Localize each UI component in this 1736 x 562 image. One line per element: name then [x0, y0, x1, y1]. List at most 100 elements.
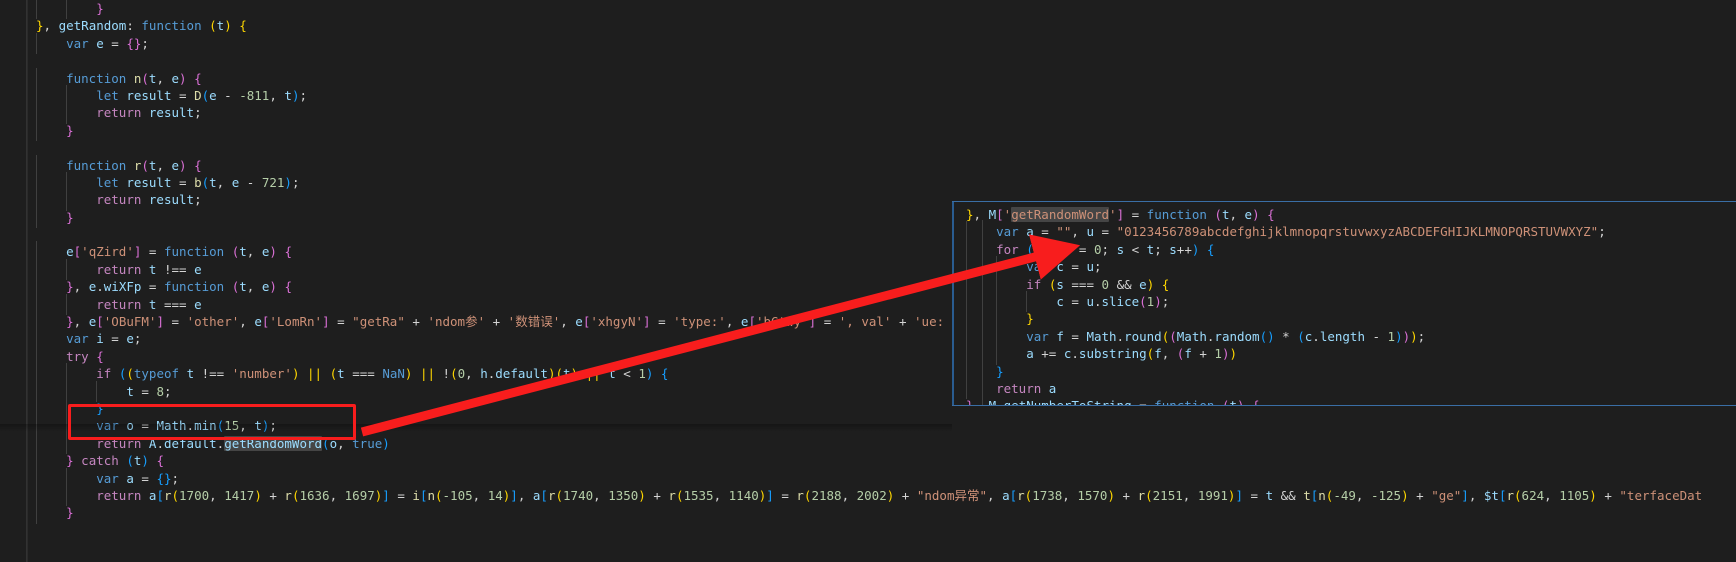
code-line[interactable]: if (s === 0 && e) { — [966, 273, 1736, 296]
code-token: function — [163, 244, 225, 260]
occurrence-highlight: getRandomWord — [224, 435, 323, 451]
code-token: ) — [638, 487, 646, 503]
code-line[interactable]: c = u.slice(1); — [966, 290, 1736, 313]
code-token: , — [987, 487, 1003, 503]
code-token: , — [593, 487, 609, 503]
code-token: 'LomRn' — [269, 314, 323, 330]
code-token: { — [1206, 241, 1215, 257]
code-token: ( — [1259, 328, 1268, 344]
code-line[interactable]: var e = {}; — [36, 32, 1736, 55]
code-token: || — [307, 366, 323, 382]
indent-guide — [36, 189, 66, 212]
code-line[interactable]: function n(t, e) { — [36, 67, 1736, 90]
code-line[interactable]: } — [36, 502, 1736, 525]
code-token: } — [66, 122, 74, 138]
code-token: [ — [748, 314, 756, 330]
code-token: + — [1408, 487, 1432, 503]
code-line[interactable] — [36, 52, 1736, 69]
code-token: $t — [1483, 487, 1499, 503]
code-editor[interactable]: }}, getRandom: function (t) { var e = {}… — [0, 0, 1736, 562]
code-token: 2002 — [856, 487, 887, 503]
code-line[interactable]: function r(t, e) { — [36, 154, 1736, 177]
code-line[interactable]: }, M.getNumberToString = function (t) { — [966, 397, 1736, 406]
code-token: ( — [435, 487, 443, 503]
code-token: 1740 — [563, 487, 594, 503]
code-token: default — [163, 435, 217, 451]
indent-guide — [96, 380, 126, 403]
code-token: let — [96, 87, 119, 103]
indent-guide — [966, 360, 996, 383]
code-token: h — [480, 366, 488, 382]
code-line[interactable]: return a[r(1700, 1417) + r(1636, 1697)] … — [36, 484, 1736, 507]
code-token: t — [1265, 487, 1274, 503]
code-line[interactable]: }, M['getRandomWord'] = function (t, e) … — [966, 206, 1736, 223]
code-token: ( — [329, 366, 338, 382]
code-token: , — [1355, 487, 1371, 503]
code-line[interactable]: for (var s = 0; s < t; s++) { — [966, 238, 1736, 261]
code-token: 'xhgyN' — [590, 314, 644, 330]
code-token: { — [1252, 398, 1260, 406]
code-token: ) — [269, 244, 277, 260]
code-line[interactable]: let result = b(t, e - 721); — [36, 171, 1736, 194]
code-token: 'number' — [231, 366, 292, 382]
indent-guide — [996, 308, 1026, 331]
code-token: , — [1062, 487, 1078, 503]
code-line[interactable] — [36, 139, 1736, 156]
code-line[interactable]: var f = Math.round((Math.random() * (c.l… — [966, 325, 1736, 348]
code-token: {} — [126, 35, 142, 51]
peek-definition-panel[interactable]: }, M['getRandomWord'] = function (t, e) … — [952, 201, 1736, 406]
code-line[interactable]: return A.default.getRandomWord(o, true) — [36, 432, 1736, 455]
code-token: . — [996, 398, 1004, 406]
code-line[interactable]: let result = D(e - -811, t); — [36, 84, 1736, 107]
indent-guide — [996, 256, 1026, 279]
code-line[interactable]: var a = {}; — [36, 467, 1736, 490]
indent-guide — [66, 397, 96, 420]
code-token: = — [141, 244, 164, 260]
code-token: "" — [1056, 224, 1072, 240]
indent-guide — [966, 238, 996, 261]
code-line[interactable]: var a = "", u = "0123456789abcdefghijklm… — [966, 221, 1736, 244]
code-token: = — [133, 470, 157, 486]
code-token: 1 — [638, 366, 646, 382]
code-token: = — [1063, 328, 1087, 344]
code-line[interactable]: return result; — [36, 102, 1736, 125]
code-token: -125 — [1370, 487, 1402, 503]
code-token: , — [1071, 224, 1087, 240]
code-token: + — [645, 487, 669, 503]
code-line[interactable]: return a — [966, 377, 1736, 400]
indent-guide — [996, 273, 1026, 296]
code-token: 1417 — [224, 487, 255, 503]
code-token: r — [796, 487, 804, 503]
code-token: wiXFp — [103, 279, 142, 295]
code-line[interactable]: } — [36, 0, 1736, 20]
code-line[interactable]: }, getRandom: function (t) { — [36, 17, 1736, 34]
code-token: i — [412, 487, 420, 503]
peek-code-area[interactable]: }, M['getRandomWord'] = function (t, e) … — [966, 206, 1736, 405]
indent-guide — [36, 102, 66, 125]
code-token: 'type:' — [673, 314, 726, 330]
code-token: ; — [1101, 241, 1117, 257]
code-token: { — [1267, 207, 1275, 222]
code-token: c — [1056, 293, 1064, 309]
code-line[interactable]: } catch (t) { — [36, 450, 1736, 473]
code-token: f — [1154, 346, 1162, 362]
code-token: } — [1026, 311, 1034, 327]
code-token: r — [284, 487, 292, 503]
peek-accent-bar — [952, 202, 954, 405]
code-token: , — [209, 487, 225, 503]
code-token: b — [194, 174, 202, 190]
code-token: = — [389, 487, 413, 503]
code-line[interactable]: } — [966, 308, 1736, 331]
code-line[interactable]: } — [36, 119, 1736, 142]
code-token: ( — [1139, 293, 1147, 309]
indent-guide — [36, 293, 66, 316]
code-token: = — [1131, 398, 1155, 406]
code-line[interactable]: a += c.substring(f, (f + 1)) — [966, 343, 1736, 365]
code-token: "ge" — [1431, 487, 1462, 503]
code-line[interactable]: } — [966, 360, 1736, 383]
code-line[interactable]: var c = u; — [966, 256, 1736, 279]
code-token: = — [1242, 487, 1266, 503]
